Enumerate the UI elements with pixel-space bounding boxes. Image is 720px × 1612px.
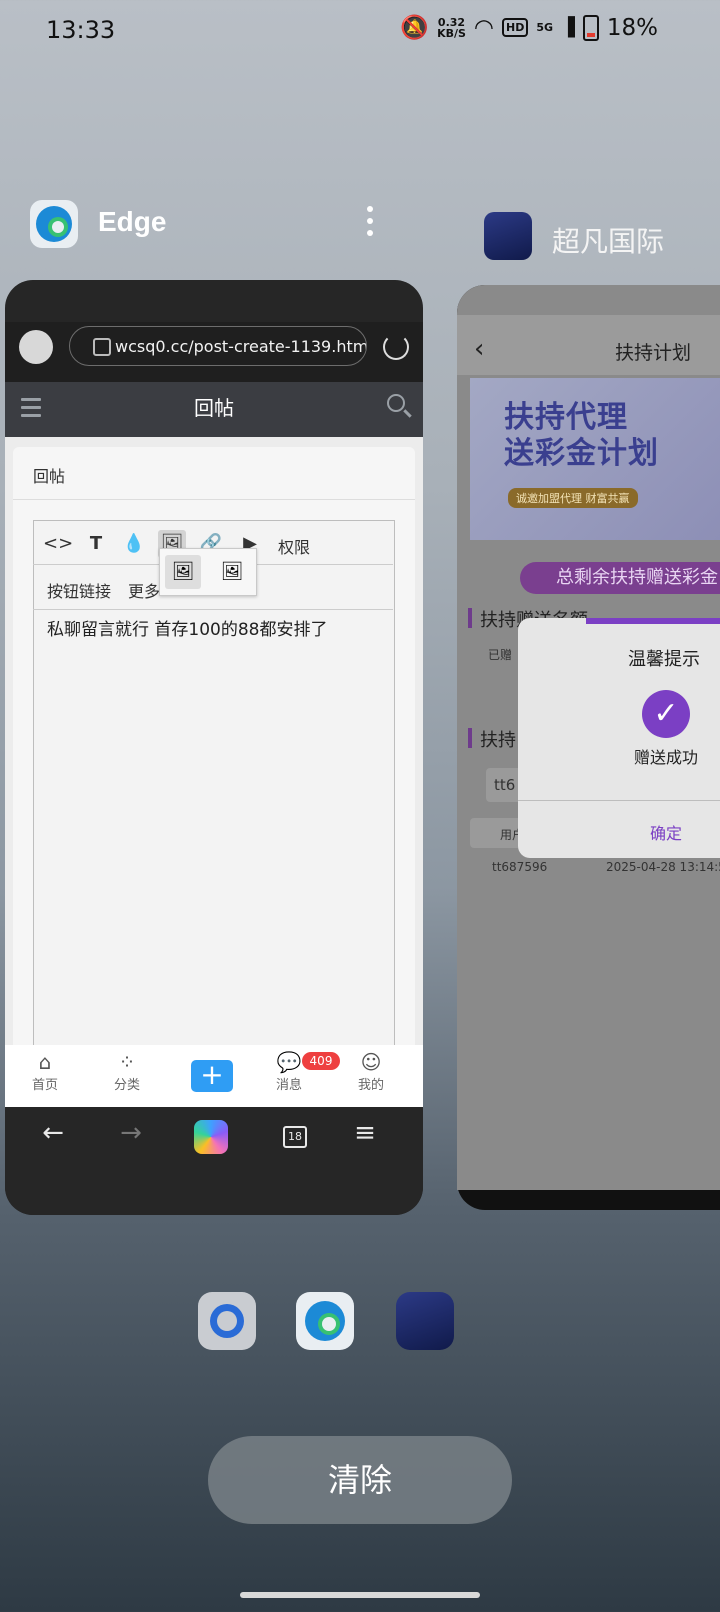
section-marker [468, 728, 472, 748]
panel-title: 回帖 [33, 467, 66, 486]
hd-badge: HD [502, 18, 529, 37]
edge-dock-icon[interactable] [296, 1292, 354, 1350]
search-app-icon[interactable] [198, 1292, 256, 1350]
reload-icon[interactable] [383, 334, 409, 360]
back-icon[interactable]: ‹ [474, 334, 484, 364]
site-info-icon[interactable] [93, 338, 111, 356]
banner-title: 扶持代理 送彩金计划 [504, 400, 659, 472]
mute-icon: 🔕 [400, 15, 430, 41]
permission-button[interactable]: 权限 [278, 534, 310, 558]
profile-icon: ☺ [360, 1050, 382, 1074]
wifi-icon: ◠ [473, 14, 494, 41]
edge-app-name: Edge [98, 206, 167, 237]
status-time: 13:33 [46, 16, 116, 44]
banner-line-1: 扶持代理 [504, 400, 628, 435]
section-subtitle: 已赠 [488, 648, 513, 662]
tab-count[interactable]: 18 [283, 1126, 307, 1148]
tab-label: 我的 [357, 1078, 384, 1093]
net-speed-unit: KB/S [437, 26, 466, 40]
section-title: 扶持 [480, 730, 516, 751]
status-icons: 🔕 0.32 KB/S ◠ HD 5G ▐ 18% [400, 14, 658, 41]
check-icon: ✓ [642, 690, 690, 738]
input-value[interactable]: tt6 [494, 776, 515, 794]
new-post-button[interactable]: + [191, 1060, 233, 1092]
color-drop-icon[interactable]: 💧 [120, 530, 148, 558]
section-marker [468, 608, 472, 628]
image-url-icon[interactable]: 🖼 [214, 555, 250, 589]
menu-icon[interactable]: ≡ [345, 1118, 385, 1148]
tab-label: 消息 [275, 1078, 302, 1093]
dialog-ok-button[interactable]: 确定 [650, 820, 682, 844]
tab-label: 首页 [31, 1078, 58, 1093]
category-icon: ⁘ [118, 1050, 136, 1074]
dialog-divider [518, 800, 720, 801]
dialog-title: 温馨提示 [628, 649, 700, 670]
image-dropdown: 🖼 🖼 [159, 548, 257, 596]
copilot-icon[interactable] [194, 1120, 228, 1154]
tab-label: 分类 [113, 1078, 140, 1093]
tab-profile[interactable]: ☺ 我的 [341, 1050, 401, 1093]
more-button[interactable]: 更多 [128, 578, 160, 602]
messages-badge: 409 [302, 1052, 340, 1070]
home-icon: ⌂ [38, 1050, 52, 1074]
editor-content[interactable]: 私聊留言就行 首存100的88都安排了 [47, 615, 327, 640]
banner-line-2: 送彩金计划 [504, 436, 659, 471]
divider [13, 499, 415, 500]
battery-icon [582, 14, 599, 41]
button-link-button[interactable]: 按钮链接 [47, 578, 111, 602]
home-indicator[interactable] [240, 1592, 480, 1598]
edge-app-icon[interactable] [30, 200, 78, 248]
signal-icon: ▐ [561, 17, 575, 38]
signal-label: 5G [536, 21, 554, 34]
tab-category[interactable]: ⁘ 分类 [97, 1050, 157, 1093]
dialog-message: 赠送成功 [634, 748, 699, 767]
dialog-accent [586, 618, 720, 624]
row-time: 2025-04-28 13:14:57 [606, 860, 720, 874]
banner-subtitle: 诚邀加盟代理 财富共赢 [508, 488, 638, 508]
image-upload-icon[interactable]: 🖼 [165, 555, 201, 589]
remaining-bar: 总剩余扶持赠送彩金 [520, 562, 720, 594]
back-icon[interactable]: ← [33, 1118, 73, 1148]
edge-app-card[interactable]: wcsq0.cc/post-create-1139.htm 回帖 回帖 <> T… [5, 280, 423, 1215]
chaofan-dock-icon[interactable] [396, 1292, 454, 1350]
chaofan-app-name: 超凡国际 [552, 225, 665, 258]
clear-all-button[interactable]: 清除 [208, 1436, 512, 1524]
tab-home[interactable]: ⌂ 首页 [15, 1050, 75, 1093]
profile-icon[interactable] [19, 330, 53, 364]
battery-level: 18% [606, 14, 658, 41]
text-button[interactable]: T [82, 530, 110, 558]
search-icon[interactable] [387, 394, 405, 412]
net-speed: 0.32 KB/S [437, 17, 466, 39]
forward-icon[interactable]: → [111, 1118, 151, 1148]
row-user: tt687596 [492, 860, 548, 874]
chaofan-page-title: 扶持计划 [615, 342, 692, 364]
more-options-icon[interactable] [365, 206, 375, 242]
code-button[interactable]: <> [43, 530, 73, 558]
site-title: 回帖 [194, 396, 234, 420]
url-field[interactable]: wcsq0.cc/post-create-1139.htm [69, 326, 367, 366]
chaofan-app-icon[interactable] [484, 212, 532, 260]
